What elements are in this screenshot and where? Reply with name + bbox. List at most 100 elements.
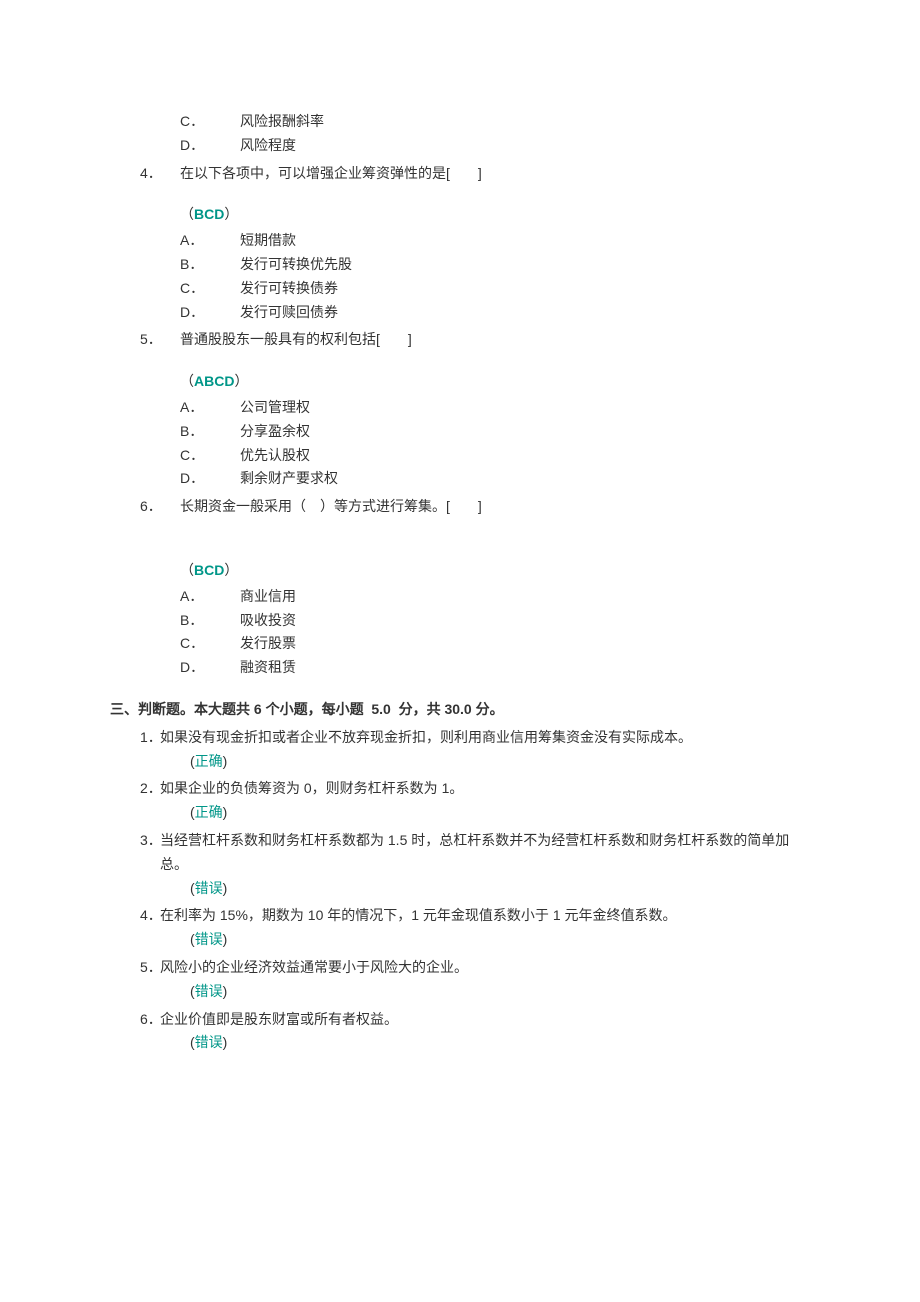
question-stem: 当经营杠杆系数和财务杠杆系数都为 1.5 时，总杠杆系数并不为经营杠杆系数和财务… [160, 829, 810, 877]
paren-close: ) [223, 983, 228, 999]
answer-value: 正确 [195, 753, 223, 769]
paren-close: ） [224, 206, 238, 222]
judge-answer: (正确) [190, 750, 810, 774]
paren-close: ) [223, 880, 228, 896]
option-row: D． 融资租赁 [180, 656, 810, 680]
paren-open: （ [180, 373, 194, 389]
paren-open: （ [180, 206, 194, 222]
paren-close: ) [223, 753, 228, 769]
question-number: 3． [110, 829, 160, 877]
question-number: 6． [110, 1008, 160, 1032]
option-letter: B． [180, 420, 240, 444]
option-text: 公司管理权 [240, 396, 810, 420]
option-letter: A． [180, 229, 240, 253]
judge-answer: (错误) [190, 980, 810, 1004]
option-row: A． 公司管理权 [180, 396, 810, 420]
option-letter: D． [180, 467, 240, 491]
option-text: 发行可赎回债券 [240, 301, 810, 325]
option-row: A． 商业信用 [180, 585, 810, 609]
paren-close: ） [224, 562, 238, 578]
answer-value: BCD [194, 206, 224, 222]
judge-answer: (错误) [190, 928, 810, 952]
option-letter: C． [180, 110, 240, 134]
option-text: 发行可转换债券 [240, 277, 810, 301]
question-number: 4． [110, 904, 160, 928]
question-4: 4． 在以下各项中，可以增强企业筹资弹性的是[ ] [110, 162, 810, 186]
option-letter: C． [180, 444, 240, 468]
option-text: 发行股票 [240, 632, 810, 656]
answer-value: 错误 [195, 880, 223, 896]
answer-value: 错误 [195, 1034, 223, 1050]
question-5: 5． 普通股股东一般具有的权利包括[ ] [110, 328, 810, 352]
option-letter: B． [180, 253, 240, 277]
question-number: 1． [110, 726, 160, 750]
option-text: 剩余财产要求权 [240, 467, 810, 491]
question-stem: 企业价值即是股东财富或所有者权益。 [160, 1008, 810, 1032]
question-stem: 风险小的企业经济效益通常要小于风险大的企业。 [160, 956, 810, 980]
option-row: D． 发行可赎回债券 [180, 301, 810, 325]
option-text: 风险报酬斜率 [240, 110, 810, 134]
question-number: 2． [110, 777, 160, 801]
option-row: C． 发行股票 [180, 632, 810, 656]
option-row: C． 风险报酬斜率 [180, 110, 810, 134]
paren-close: ) [223, 804, 228, 820]
question-answer: （BCD） [180, 203, 810, 227]
judge-question-1: 1． 如果没有现金折扣或者企业不放弃现金折扣，则利用商业信用筹集资金没有实际成本… [110, 726, 810, 750]
question-stem: 如果企业的负债筹资为 0，则财务杠杆系数为 1。 [160, 777, 810, 801]
question-stem: 在利率为 15%，期数为 10 年的情况下，1 元年金现值系数小于 1 元年金终… [160, 904, 810, 928]
judge-answer: (错误) [190, 1031, 810, 1055]
paren-open: （ [180, 562, 194, 578]
question-stem: 长期资金一般采用（ ）等方式进行筹集。[ ] [180, 495, 810, 519]
judge-question-3: 3． 当经营杠杆系数和财务杠杆系数都为 1.5 时，总杠杆系数并不为经营杠杆系数… [110, 829, 810, 877]
question-stem: 普通股股东一般具有的权利包括[ ] [180, 328, 810, 352]
option-letter: A． [180, 396, 240, 420]
option-text: 优先认股权 [240, 444, 810, 468]
judge-question-6: 6． 企业价值即是股东财富或所有者权益。 [110, 1008, 810, 1032]
question-number: 4． [110, 162, 180, 186]
question-stem: 如果没有现金折扣或者企业不放弃现金折扣，则利用商业信用筹集资金没有实际成本。 [160, 726, 810, 750]
option-text: 发行可转换优先股 [240, 253, 810, 277]
answer-value: 正确 [195, 804, 223, 820]
paren-close: ) [223, 1034, 228, 1050]
judge-question-4: 4． 在利率为 15%，期数为 10 年的情况下，1 元年金现值系数小于 1 元… [110, 904, 810, 928]
judge-question-5: 5． 风险小的企业经济效益通常要小于风险大的企业。 [110, 956, 810, 980]
question-answer: （ABCD） [180, 370, 810, 394]
option-text: 吸收投资 [240, 609, 810, 633]
option-letter: C． [180, 632, 240, 656]
option-text: 商业信用 [240, 585, 810, 609]
judge-answer: (错误) [190, 877, 810, 901]
option-row: B． 分享盈余权 [180, 420, 810, 444]
section-3-title: 三、判断题。本大题共 6 个小题，每小题 5.0 分，共 30.0 分。 [110, 698, 810, 722]
answer-value: BCD [194, 562, 224, 578]
option-text: 风险程度 [240, 134, 810, 158]
question-stem: 在以下各项中，可以增强企业筹资弹性的是[ ] [180, 162, 810, 186]
judge-answer: (正确) [190, 801, 810, 825]
option-text: 融资租赁 [240, 656, 810, 680]
option-row: C． 优先认股权 [180, 444, 810, 468]
answer-value: 错误 [195, 931, 223, 947]
option-letter: D． [180, 301, 240, 325]
question-answer: （BCD） [180, 559, 810, 583]
judge-question-2: 2． 如果企业的负债筹资为 0，则财务杠杆系数为 1。 [110, 777, 810, 801]
option-row: C． 发行可转换债券 [180, 277, 810, 301]
option-text: 分享盈余权 [240, 420, 810, 444]
question-6: 6． 长期资金一般采用（ ）等方式进行筹集。[ ] [110, 495, 810, 519]
question-number: 6． [110, 495, 180, 519]
option-letter: A． [180, 585, 240, 609]
option-row: D． 剩余财产要求权 [180, 467, 810, 491]
option-letter: C． [180, 277, 240, 301]
option-letter: D． [180, 656, 240, 680]
paren-close: ） [234, 373, 248, 389]
option-letter: B． [180, 609, 240, 633]
option-text: 短期借款 [240, 229, 810, 253]
question-number: 5． [110, 956, 160, 980]
option-row: D． 风险程度 [180, 134, 810, 158]
paren-close: ) [223, 931, 228, 947]
option-row: B． 发行可转换优先股 [180, 253, 810, 277]
question-number: 5． [110, 328, 180, 352]
option-row: A． 短期借款 [180, 229, 810, 253]
answer-value: 错误 [195, 983, 223, 999]
option-letter: D． [180, 134, 240, 158]
option-row: B． 吸收投资 [180, 609, 810, 633]
answer-value: ABCD [194, 373, 234, 389]
